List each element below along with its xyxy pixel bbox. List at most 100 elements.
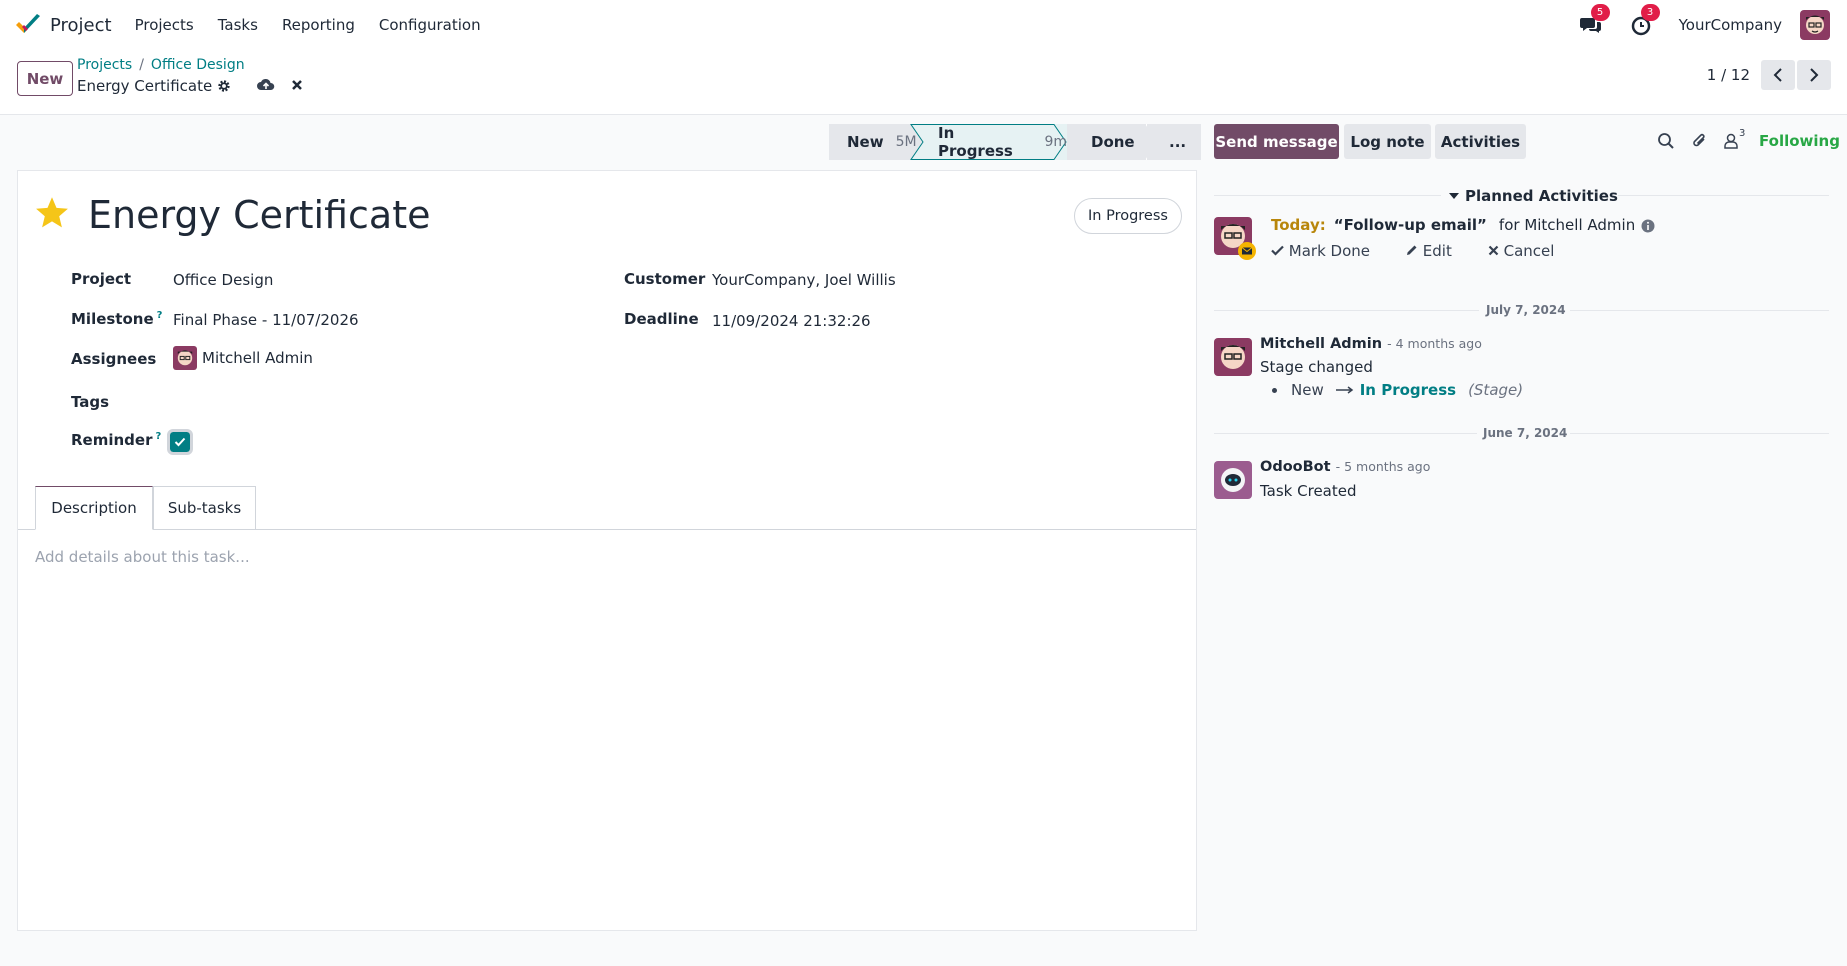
stage-statusbar: New 5M In Progress 9m Done ... — [829, 124, 1201, 160]
tab-description[interactable]: Description — [35, 486, 153, 530]
log-note-button[interactable]: Log note — [1344, 124, 1431, 159]
assignee-avatar-image — [173, 346, 197, 370]
milestone-field[interactable]: Final Phase - 11/07/2026 — [173, 311, 359, 329]
pager-value[interactable]: 1 / 12 — [1707, 66, 1750, 84]
chevron-left-icon — [1773, 68, 1782, 82]
user-avatar-image — [1800, 10, 1830, 40]
user-avatar[interactable] — [1800, 10, 1830, 40]
planned-activities-toggle[interactable]: Planned Activities — [1449, 187, 1618, 205]
message-author-name: Mitchell Admin — [1260, 336, 1383, 352]
new-record-button[interactable]: New — [17, 61, 73, 96]
tracking-field-name: (Stage) — [1468, 381, 1524, 399]
activity-summary: “Follow-up email” — [1333, 216, 1487, 234]
stage-done-label: Done — [1091, 133, 1135, 151]
menu-projects[interactable]: Projects — [123, 16, 206, 34]
check-icon — [1271, 245, 1284, 256]
mark-done-label: Mark Done — [1288, 242, 1370, 260]
discard-close-icon[interactable] — [288, 77, 306, 93]
edit-label: Edit — [1422, 242, 1452, 260]
paperclip-icon[interactable] — [1691, 132, 1709, 150]
message-timestamp: - 5 months ago — [1335, 459, 1431, 474]
info-icon[interactable] — [1641, 219, 1655, 233]
message-author-avatar[interactable] — [1214, 338, 1252, 376]
tab-sub-tasks[interactable]: Sub-tasks — [153, 486, 256, 530]
message-author[interactable]: OdooBot - 5 months ago — [1260, 459, 1430, 475]
search-icon[interactable] — [1657, 132, 1675, 150]
activity-actions: Mark Done Edit Cancel — [1271, 242, 1590, 260]
assignee-name: Mitchell Admin — [202, 349, 313, 367]
main-menu: Projects Tasks Reporting Configuration — [123, 16, 493, 34]
save-cloud-icon[interactable] — [257, 77, 275, 93]
gear-icon[interactable] — [217, 79, 231, 93]
section-divider — [1618, 195, 1829, 196]
followers-user-icon[interactable] — [1722, 132, 1740, 150]
message-author-name: OdooBot — [1260, 459, 1331, 475]
breadcrumb-projects[interactable]: Projects — [77, 57, 132, 73]
pager-previous-button[interactable] — [1761, 60, 1795, 90]
cancel-label: Cancel — [1503, 242, 1555, 260]
date-divider — [1214, 433, 1477, 434]
app-name[interactable]: Project — [50, 15, 112, 36]
messaging-menu[interactable]: 5 — [1579, 4, 1610, 37]
following-toggle[interactable]: Following — [1759, 132, 1840, 150]
stage-done[interactable]: Done — [1067, 124, 1159, 160]
pager-next-button[interactable] — [1797, 60, 1831, 90]
activities-button[interactable]: Activities — [1435, 124, 1526, 159]
tracking-old-value: New — [1291, 381, 1324, 399]
deadline-field[interactable]: 11/09/2024 21:32:26 — [712, 312, 871, 330]
send-message-button[interactable]: Send message — [1214, 124, 1339, 159]
notebook-tabs: Description Sub-tasks — [18, 486, 1196, 530]
priority-star-icon[interactable] — [33, 195, 71, 231]
assignees-field[interactable]: Mitchell Admin — [173, 346, 313, 370]
record-name-label: Energy Certificate — [77, 77, 213, 95]
project-field[interactable]: Office Design — [173, 271, 273, 289]
milestone-help-icon[interactable]: ? — [157, 310, 163, 321]
activity-due-label: Today: — [1271, 216, 1326, 234]
message-body: Stage changed — [1260, 358, 1373, 376]
stage-more-label: ... — [1169, 133, 1187, 151]
checkmark-icon — [174, 437, 186, 447]
date-divider — [1570, 433, 1829, 434]
activity-menu[interactable]: 3 — [1629, 4, 1660, 37]
current-record-name: Energy Certificate — [77, 77, 231, 95]
control-panel: New Projects / Office Design Energy Certif… — [0, 50, 1847, 115]
chevron-right-icon — [1810, 68, 1819, 82]
stage-new[interactable]: New 5M — [829, 124, 922, 160]
date-divider — [1214, 310, 1479, 311]
breadcrumb-office-design[interactable]: Office Design — [151, 57, 245, 73]
date-separator: June 7, 2024 — [1483, 426, 1568, 440]
description-editor[interactable]: Add details about this task... — [35, 548, 250, 566]
menu-reporting[interactable]: Reporting — [270, 16, 367, 34]
reminder-checkbox[interactable] — [167, 429, 193, 455]
assignee-avatar — [173, 346, 197, 370]
odoobot-avatar[interactable] — [1214, 461, 1252, 499]
milestone-label: Milestone? — [71, 310, 162, 328]
menu-tasks[interactable]: Tasks — [206, 16, 270, 34]
mark-done-button[interactable]: Mark Done — [1271, 242, 1388, 260]
message-author[interactable]: Mitchell Admin - 4 months ago — [1260, 336, 1482, 352]
deadline-label: Deadline — [624, 310, 699, 328]
stage-in-progress[interactable]: In Progress 9m — [910, 124, 1067, 160]
edit-activity-button[interactable]: Edit — [1406, 242, 1470, 260]
customer-field[interactable]: YourCompany, Joel Willis — [712, 271, 896, 289]
breadcrumb-separator: / — [139, 57, 144, 73]
task-title[interactable]: Energy Certificate — [88, 193, 431, 237]
pencil-icon — [1407, 245, 1417, 255]
cancel-activity-button[interactable]: Cancel — [1488, 242, 1573, 260]
activity-assigned: for Mitchell Admin — [1498, 216, 1636, 234]
task-status-button[interactable]: In Progress — [1074, 198, 1182, 234]
activities-count-badge: 3 — [1640, 4, 1660, 21]
stage-more-dropdown[interactable]: ... — [1147, 124, 1201, 160]
tracking-new-value: In Progress — [1359, 381, 1457, 399]
reminder-label: Reminder? — [71, 431, 161, 449]
bullet — [1272, 387, 1277, 393]
project-app-logo-icon[interactable] — [14, 13, 42, 37]
message-body: Task Created — [1260, 482, 1357, 500]
messages-count-badge: 5 — [1590, 4, 1610, 21]
company-switcher[interactable]: YourCompany — [1679, 16, 1782, 34]
assignees-label: Assignees — [71, 350, 157, 368]
menu-configuration[interactable]: Configuration — [367, 16, 493, 34]
reminder-help-icon[interactable]: ? — [155, 431, 161, 442]
form-sheet: Energy Certificate In Progress Project O… — [17, 170, 1197, 931]
stage-in-progress-duration: 9m — [1044, 134, 1067, 150]
